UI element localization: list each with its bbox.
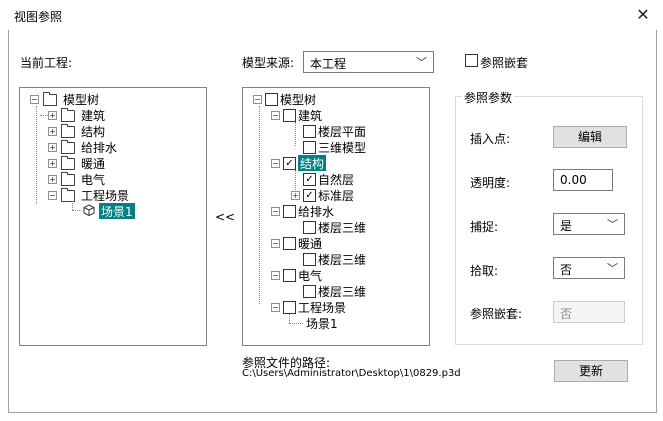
tree-item-water[interactable]: 给排水 <box>81 139 117 155</box>
update-button[interactable]: 更新 <box>554 360 628 382</box>
folder-icon <box>61 140 75 154</box>
source-value: 本工程 <box>310 57 347 71</box>
collapse-icon[interactable]: − <box>253 95 262 104</box>
tree-item-scene[interactable]: 工程场景 <box>81 187 129 203</box>
tree-checkbox[interactable] <box>303 285 316 298</box>
nest-value: 否 <box>560 307 573 321</box>
tree-item-3d-model[interactable]: 三维模型 <box>318 139 366 155</box>
current-project-label: 当前工程: <box>20 56 73 70</box>
transfer-button[interactable]: << <box>215 210 235 224</box>
tree-item-struct[interactable]: 结构 <box>298 155 327 171</box>
model-source-tree[interactable]: − 模型树 − 建筑 楼层平面 三维模型 − ✓ 结构 ✓ 自然层 + ✓ 标准… <box>242 87 430 346</box>
chevron-down-icon: ﹀ <box>607 218 618 231</box>
embed-checkbox-label: 参照嵌套 <box>480 56 529 70</box>
collapse-icon[interactable]: − <box>271 239 280 248</box>
close-icon[interactable]: ✕ <box>633 5 653 25</box>
pick-label: 拾取: <box>470 264 499 278</box>
title-bar: 视图参照 ✕ <box>0 0 663 30</box>
collapse-icon[interactable]: − <box>271 271 280 280</box>
collapse-icon[interactable]: − <box>271 303 280 312</box>
tree-checkbox-checked[interactable]: ✓ <box>303 189 316 202</box>
cube-icon <box>83 204 95 216</box>
pick-select[interactable]: 否 ﹀ <box>553 257 625 279</box>
collapse-icon[interactable]: − <box>48 191 57 200</box>
pick-value: 否 <box>560 263 573 277</box>
tree-root[interactable]: 模型树 <box>63 91 99 107</box>
expand-icon[interactable]: + <box>48 111 57 120</box>
snap-label: 捕捉: <box>470 220 499 234</box>
tree-checkbox[interactable] <box>283 301 296 314</box>
tree-item-build[interactable]: 建筑 <box>81 107 105 123</box>
tree-checkbox[interactable] <box>283 269 296 282</box>
current-project-tree[interactable]: − 模型树 + 建筑 + 结构 + 给排水 + 暖通 + 电气 − 工程场景 场… <box>19 87 207 346</box>
folder-icon <box>61 108 75 122</box>
tree-item-build[interactable]: 建筑 <box>298 107 322 123</box>
tree-checkbox[interactable] <box>303 221 316 234</box>
tree-item-elec-floor3d[interactable]: 楼层三维 <box>318 283 366 299</box>
expand-icon[interactable]: + <box>48 143 57 152</box>
window-title: 视图参照 <box>14 10 63 24</box>
tree-checkbox-checked[interactable]: ✓ <box>283 157 296 170</box>
path-value: C:\Users\Administrator\Desktop\1\0829.p3… <box>242 368 461 379</box>
snap-select[interactable]: 是 ﹀ <box>553 213 625 235</box>
nest-label: 参照嵌套: <box>470 307 523 321</box>
tree-item-elec[interactable]: 电气 <box>298 267 322 283</box>
tree-item-struct[interactable]: 结构 <box>81 123 105 139</box>
tree-item-water[interactable]: 给排水 <box>298 203 334 219</box>
tree-item-hvac[interactable]: 暖通 <box>298 235 322 251</box>
tree-root[interactable]: 模型树 <box>280 91 316 107</box>
expand-icon[interactable]: + <box>48 159 57 168</box>
collapse-icon[interactable]: − <box>271 207 280 216</box>
tree-checkbox-checked[interactable]: ✓ <box>303 173 316 186</box>
tree-item-elec[interactable]: 电气 <box>81 171 105 187</box>
collapse-icon[interactable]: − <box>271 111 280 120</box>
expand-icon[interactable]: + <box>48 175 57 184</box>
folder-icon <box>61 172 75 186</box>
tree-checkbox[interactable] <box>283 237 296 250</box>
tree-checkbox[interactable] <box>303 141 316 154</box>
embed-checkbox[interactable] <box>465 54 478 67</box>
tree-item-standard-floor[interactable]: 标准层 <box>318 187 354 203</box>
collapse-icon[interactable]: − <box>271 159 280 168</box>
tree-item-scene[interactable]: 工程场景 <box>298 299 346 315</box>
tree-checkbox[interactable] <box>265 93 278 106</box>
reference-params-title: 参照参数 <box>462 89 515 106</box>
tree-item-natural-floor[interactable]: 自然层 <box>318 171 354 187</box>
tree-item-scene1[interactable]: 场景1 <box>306 315 338 331</box>
folder-icon <box>61 124 75 138</box>
collapse-icon[interactable]: − <box>30 95 39 104</box>
source-label: 模型来源: <box>242 56 295 70</box>
tree-checkbox[interactable] <box>303 125 316 138</box>
tree-checkbox[interactable] <box>303 253 316 266</box>
tree-item-floor-plan[interactable]: 楼层平面 <box>318 123 366 139</box>
tree-item-hvac-floor3d[interactable]: 楼层三维 <box>318 251 366 267</box>
folder-icon <box>43 92 57 106</box>
chevron-down-icon: ﹀ <box>607 262 618 275</box>
expand-icon[interactable]: + <box>48 127 57 136</box>
tree-item-scene1[interactable]: 场景1 <box>99 203 135 219</box>
source-select[interactable]: 本工程 ﹀ <box>303 51 434 73</box>
insert-point-label: 插入点: <box>470 132 511 146</box>
edit-button[interactable]: 编辑 <box>553 126 627 148</box>
tree-checkbox[interactable] <box>283 205 296 218</box>
expand-icon[interactable]: + <box>291 191 300 200</box>
tree-item-hvac[interactable]: 暖通 <box>81 155 105 171</box>
opacity-input[interactable]: 0.00 <box>553 169 613 191</box>
chevron-down-icon: ﹀ <box>416 56 427 69</box>
tree-checkbox[interactable] <box>283 109 296 122</box>
tree-item-water-floor3d[interactable]: 楼层三维 <box>318 219 366 235</box>
opacity-label: 透明度: <box>470 176 511 190</box>
folder-icon <box>61 156 75 170</box>
view-reference-dialog: 视图参照 ✕ 当前工程: − 模型树 + 建筑 + 结构 + 给排水 + 暖通 … <box>0 0 663 421</box>
opacity-value: 0.00 <box>560 173 587 187</box>
nest-field-disabled: 否 <box>553 301 625 323</box>
snap-value: 是 <box>560 219 573 233</box>
